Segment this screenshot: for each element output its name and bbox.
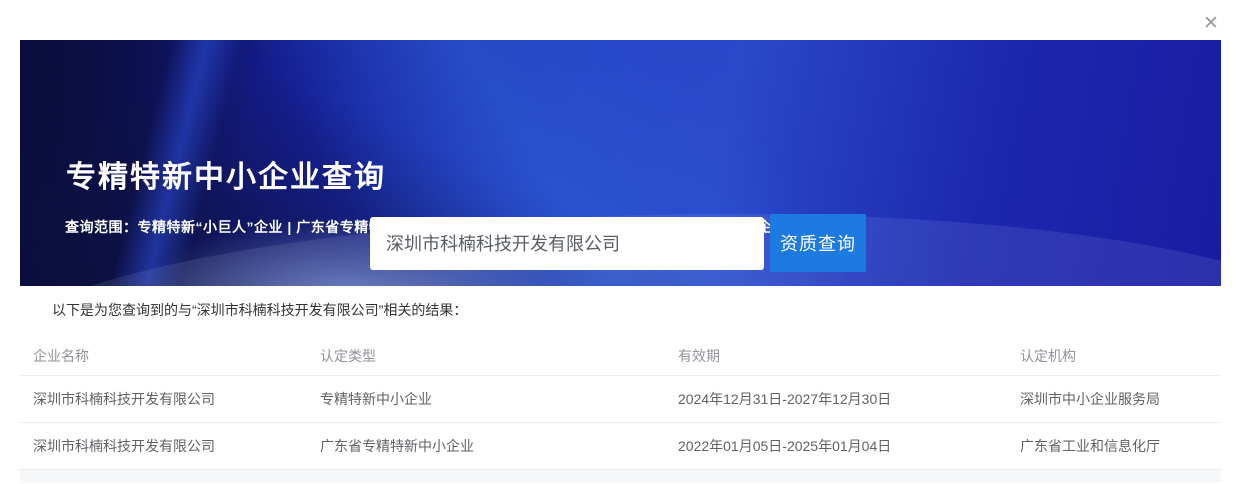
banner: 专精特新中小企业查询 查询范围：专精特新“小巨人”企业 | 广东省专精特新中小企… bbox=[20, 40, 1221, 286]
search-bar: 资质查询 bbox=[370, 214, 866, 272]
cell-validity-period: 2024年12月31日-2027年12月30日 bbox=[678, 389, 1020, 409]
table-row: 深圳市科楠科技开发有限公司 广东省专精特新中小企业 2022年01月05日-20… bbox=[20, 422, 1221, 469]
cell-certifying-authority: 广东省工业和信息化厅 bbox=[1020, 436, 1221, 456]
table-row: 深圳市科楠科技开发有限公司 专精特新中小企业 2024年12月31日-2027年… bbox=[20, 375, 1221, 422]
results-section: 以下是为您查询到的与“深圳市科楠科技开发有限公司”相关的结果： 企业名称 认定类… bbox=[20, 286, 1221, 484]
qualification-query-button[interactable]: 资质查询 bbox=[770, 214, 866, 272]
header-certifying-authority: 认定机构 bbox=[1020, 346, 1221, 366]
cell-certification-type: 广东省专精特新中小企业 bbox=[320, 436, 678, 456]
close-icon[interactable]: ✕ bbox=[1199, 12, 1223, 36]
page: ✕ 专精特新中小企业查询 查询范围：专精特新“小巨人”企业 | 广东省专精特新中… bbox=[0, 0, 1239, 484]
cell-company-name: 深圳市科楠科技开发有限公司 bbox=[33, 389, 320, 409]
results-intro-text: 以下是为您查询到的与“深圳市科楠科技开发有限公司”相关的结果： bbox=[52, 300, 467, 320]
header-company-name: 企业名称 bbox=[33, 346, 320, 366]
header-validity-period: 有效期 bbox=[678, 346, 1020, 366]
cell-validity-period: 2022年01月05日-2025年01月04日 bbox=[678, 436, 1020, 456]
search-input[interactable] bbox=[370, 217, 764, 270]
page-title: 专精特新中小企业查询 bbox=[66, 152, 386, 196]
results-table: 企业名称 认定类型 有效期 认定机构 深圳市科楠科技开发有限公司 专精特新中小企… bbox=[20, 337, 1221, 483]
cell-certification-type: 专精特新中小企业 bbox=[320, 389, 678, 409]
table-row-partial bbox=[20, 469, 1221, 483]
cell-company-name: 深圳市科楠科技开发有限公司 bbox=[33, 436, 320, 456]
header-certification-type: 认定类型 bbox=[320, 346, 678, 366]
table-header-row: 企业名称 认定类型 有效期 认定机构 bbox=[20, 337, 1221, 375]
cell-certifying-authority: 深圳市中小企业服务局 bbox=[1020, 389, 1221, 409]
